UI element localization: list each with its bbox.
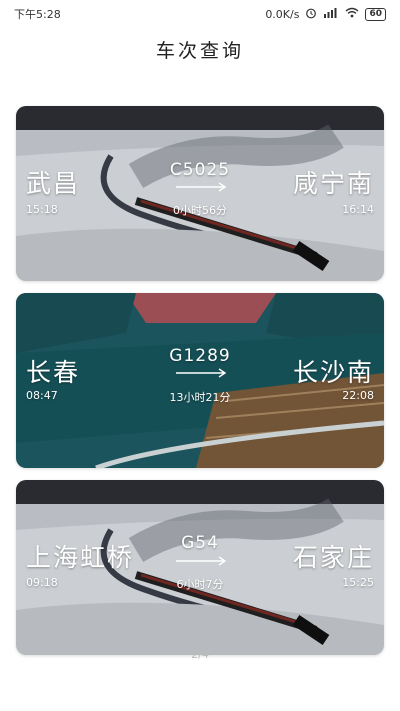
travel-duration: 13小时21分 (169, 391, 231, 404)
travel-duration: 6小时7分 (176, 578, 224, 591)
arrival-time: 16:14 (342, 203, 374, 216)
status-time: 下午5:28 (14, 8, 61, 21)
train-card[interactable]: 长春 08:47 G1289 13小时21分 长沙南 22:08 (16, 293, 384, 468)
status-bar: 下午5:28 0.0K/s 60 (0, 0, 400, 28)
page-title: 车次查询 (155, 40, 244, 62)
status-icons: 0.0K/s 60 (265, 7, 386, 22)
arrival-station: 咸宁南 (292, 169, 374, 198)
arrival-station: 石家庄 (292, 543, 374, 572)
arrow-right-icon (176, 182, 227, 192)
alarm-icon (305, 7, 317, 22)
train-card[interactable]: 上海虹桥 09:18 G54 6小时7分 石家庄 15:25 (16, 480, 384, 655)
page-indicator: 2/4 (191, 648, 209, 661)
battery-icon: 60 (365, 7, 386, 21)
arrival-time: 22:08 (342, 389, 374, 402)
travel-duration: 0小时56分 (173, 204, 227, 217)
net-speed: 0.0K/s (265, 7, 300, 21)
train-card[interactable]: 武昌 15:18 C5025 0小时56分 咸宁南 16:14 (16, 106, 384, 281)
arrival-time: 15:25 (342, 576, 374, 589)
arrow-right-icon (176, 556, 227, 566)
arrival-station: 长沙南 (292, 358, 374, 387)
wifi-icon (345, 7, 359, 21)
signal-icon (323, 7, 339, 21)
arrow-right-icon (176, 368, 227, 378)
